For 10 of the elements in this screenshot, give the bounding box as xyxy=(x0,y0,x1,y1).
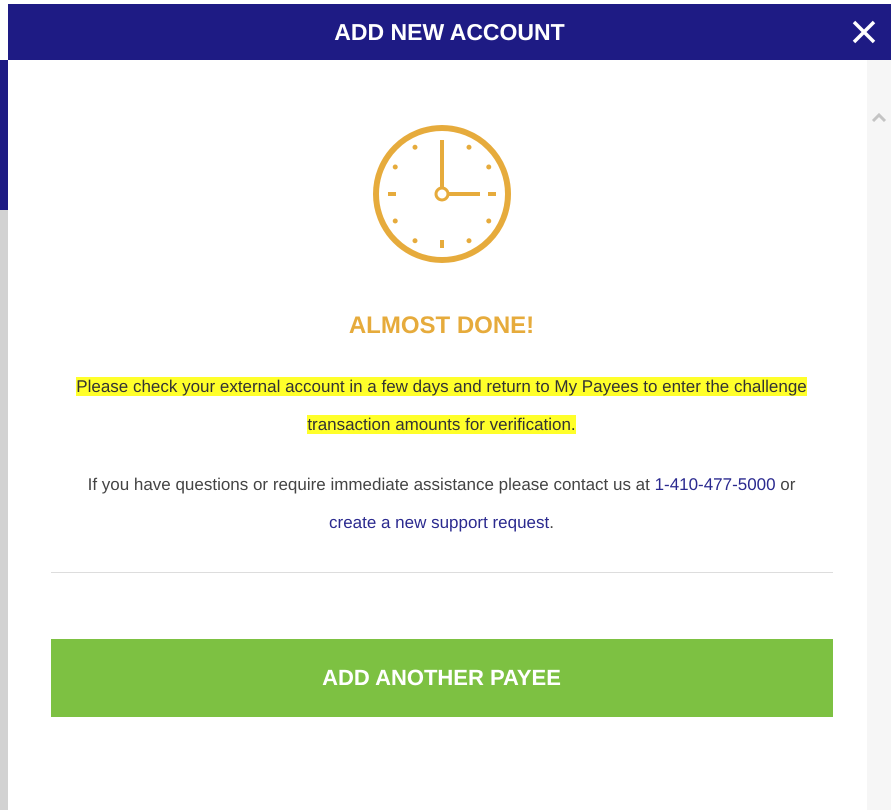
close-icon[interactable] xyxy=(851,19,877,45)
scrollbar[interactable] xyxy=(867,60,891,810)
clock-icon xyxy=(372,124,512,264)
scroll-up-icon[interactable] xyxy=(871,112,887,122)
dialog-title: ADD NEW ACCOUNT xyxy=(334,18,565,46)
support-link[interactable]: create a new support request xyxy=(329,513,550,532)
instruction-text: Please check your external account in a few days and return to My Payees to enter the challenge transaction amounts for verification. xyxy=(75,376,808,436)
support-link[interactable]: 1-410-477-5000 xyxy=(654,475,776,494)
status-heading: ALMOST DONE! xyxy=(348,312,534,340)
help-text: If you have questions or require immediate assistance please contact us at 1-410-477-5000 or create a new support request. xyxy=(86,474,796,534)
